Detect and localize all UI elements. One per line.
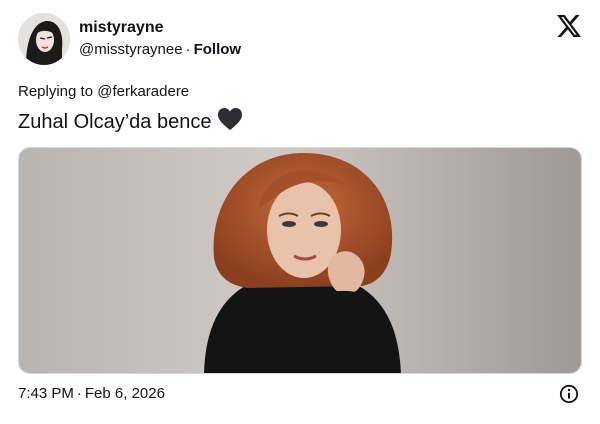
separator-dot: · xyxy=(76,385,82,402)
author-block: mistyrayne @misstyraynee · Follow xyxy=(79,18,241,60)
tweet-media-photo[interactable] xyxy=(18,147,582,374)
follow-button[interactable]: Follow xyxy=(194,41,242,58)
reply-mention-link[interactable]: @ferkaradere xyxy=(97,83,189,100)
portrait-photo xyxy=(19,148,581,373)
author-handle-row: @misstyraynee · Follow xyxy=(79,40,241,60)
replying-to: Replying to @ferkaradere xyxy=(18,82,189,102)
info-icon[interactable] xyxy=(559,384,579,404)
tweet-date: Feb 6, 2026 xyxy=(84,385,165,402)
tweet-text: Zuhal Olcay’da bence xyxy=(18,107,243,135)
tweet-time: 7:43 PM xyxy=(18,385,74,402)
separator-dot: · xyxy=(185,41,191,58)
author-handle[interactable]: @misstyraynee xyxy=(79,41,183,58)
tweet-text-content: Zuhal Olcay’da bence xyxy=(18,111,212,133)
tweet-card: mistyrayne @misstyraynee · Follow Replying… xyxy=(0,0,600,424)
tweet-timestamp[interactable]: 7:43 PM · Feb 6, 2026 xyxy=(18,384,165,404)
avatar-image xyxy=(18,13,70,65)
avatar[interactable] xyxy=(18,13,70,65)
black-heart-icon xyxy=(218,108,243,130)
author-display-name[interactable]: mistyrayne xyxy=(79,18,241,38)
replying-prefix: Replying to xyxy=(18,83,94,100)
x-logo-icon[interactable] xyxy=(557,15,581,37)
